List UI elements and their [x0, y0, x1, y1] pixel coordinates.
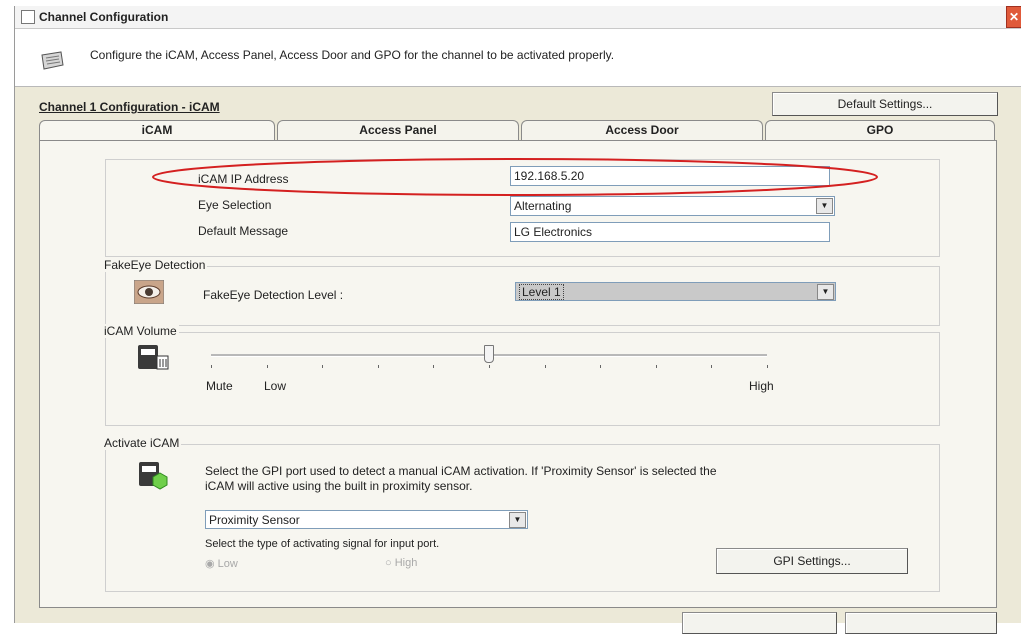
- settings-document-icon: [41, 51, 64, 70]
- window-title: Channel Configuration: [39, 10, 169, 24]
- signal-type-label: Select the type of activating signal for…: [205, 538, 440, 550]
- highlight-ellipse: [152, 158, 878, 196]
- activate-description-line1: Select the GPI port used to detect a man…: [205, 464, 717, 478]
- fakeeye-group-title: FakeEye Detection: [102, 258, 208, 272]
- radio-low[interactable]: ◉ Low: [205, 557, 238, 570]
- gpi-port-value: Proximity Sensor: [209, 513, 300, 527]
- header-band: Configure the iCAM, Access Panel, Access…: [15, 29, 1021, 87]
- volume-tick: [211, 365, 212, 368]
- radio-unselected-icon: ○: [385, 557, 392, 569]
- default-settings-button[interactable]: Default Settings...: [772, 92, 998, 116]
- radio-high[interactable]: ○ High: [385, 557, 417, 569]
- window-icon: [21, 10, 35, 24]
- tab-access-door[interactable]: Access Door: [521, 120, 763, 141]
- radio-selected-icon: ◉: [205, 558, 215, 570]
- default-message-label: Default Message: [198, 224, 289, 238]
- chevron-down-icon[interactable]: ▼: [816, 198, 833, 214]
- volume-high-label: High: [749, 379, 774, 393]
- volume-tick: [378, 365, 379, 368]
- channel-configuration-window: Channel Configuration ✕ Configure the iC…: [14, 6, 1021, 634]
- volume-tick: [322, 365, 323, 368]
- eye-selection-dropdown[interactable]: Alternating ▼: [510, 196, 835, 216]
- radio-low-label: Low: [217, 558, 238, 570]
- title-bar: Channel Configuration ✕: [15, 6, 1021, 29]
- device-activate-icon: [139, 462, 168, 490]
- volume-tick: [267, 365, 268, 368]
- tab-strip: iCAM Access Panel Access Door GPO: [39, 120, 995, 143]
- volume-low-label: Low: [264, 379, 287, 393]
- volume-tick: [433, 365, 434, 368]
- volume-group-title: iCAM Volume: [102, 324, 179, 338]
- volume-tick: [600, 365, 601, 368]
- chevron-down-icon[interactable]: ▼: [509, 512, 526, 528]
- cancel-button[interactable]: [845, 612, 997, 634]
- volume-mute-label: Mute: [206, 379, 233, 393]
- radio-high-label: High: [394, 557, 418, 569]
- eye-selection-label: Eye Selection: [198, 198, 272, 212]
- fakeeye-level-dropdown[interactable]: Level 1 ▼: [515, 282, 836, 301]
- eye-icon: [134, 280, 164, 304]
- ok-button[interactable]: [682, 612, 837, 634]
- fakeeye-level-value: Level 1: [519, 284, 564, 300]
- volume-tick: [489, 365, 490, 368]
- activate-group-title: Activate iCAM: [102, 436, 182, 450]
- fakeeye-level-label: FakeEye Detection Level :: [203, 288, 344, 302]
- close-button[interactable]: ✕: [1006, 6, 1021, 28]
- default-message-input[interactable]: LG Electronics: [510, 222, 830, 242]
- tab-gpo[interactable]: GPO: [765, 120, 995, 141]
- tab-access-panel[interactable]: Access Panel: [277, 120, 519, 141]
- volume-tick: [656, 365, 657, 368]
- icam-tab-panel: iCAM IP Address 192.168.5.20 Eye Selecti…: [39, 140, 997, 608]
- volume-tick: [767, 365, 768, 368]
- eye-selection-value: Alternating: [514, 199, 572, 213]
- header-description: Configure the iCAM, Access Panel, Access…: [90, 48, 615, 62]
- gpi-port-dropdown[interactable]: Proximity Sensor ▼: [205, 510, 528, 529]
- speaker-device-icon: [138, 345, 169, 370]
- volume-tick: [545, 365, 546, 368]
- volume-tick: [711, 365, 712, 368]
- channel-config-label: Channel 1 Configuration - iCAM: [39, 100, 220, 114]
- chevron-down-icon[interactable]: ▼: [817, 284, 834, 300]
- activate-description-line2: iCAM will active using the built in prox…: [205, 479, 473, 493]
- volume-slider-thumb[interactable]: [484, 345, 494, 363]
- gpi-settings-button[interactable]: GPI Settings...: [716, 548, 908, 574]
